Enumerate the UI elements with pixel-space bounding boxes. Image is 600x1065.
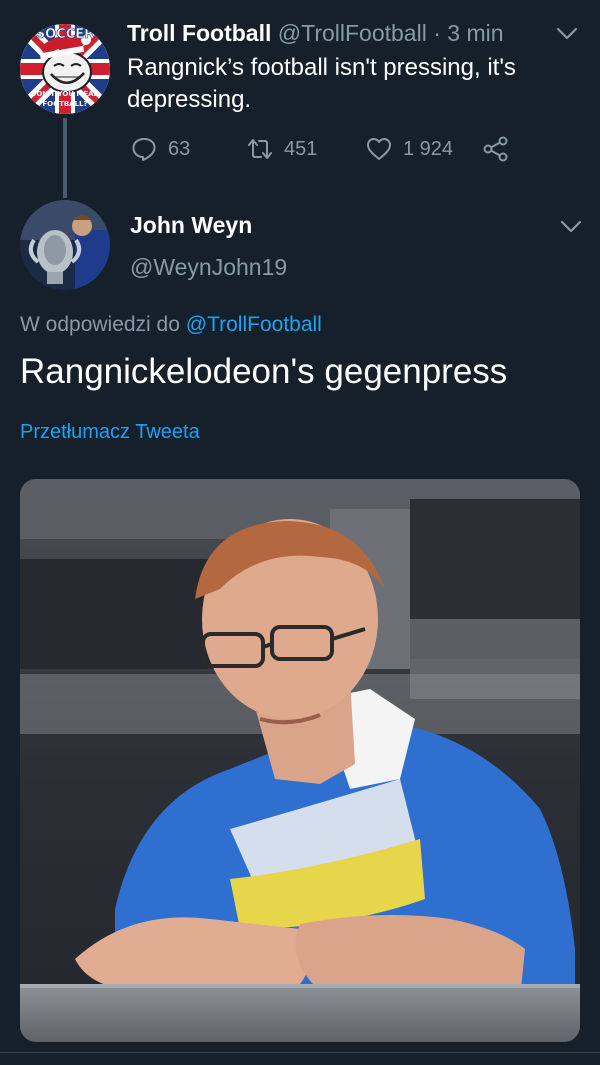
- share-icon: [483, 136, 508, 162]
- union-jack-troll-face-image: SOCCER DON'T YOU MEAN FOOTBALL?: [20, 24, 110, 114]
- troll-football-avatar[interactable]: SOCCER DON'T YOU MEAN FOOTBALL?: [20, 24, 110, 114]
- share-button[interactable]: [482, 132, 510, 166]
- reply-button[interactable]: 63: [130, 132, 190, 166]
- tweet-photo[interactable]: [20, 479, 580, 1042]
- replying-to-prefix: W odpowiedzi do: [20, 313, 186, 336]
- svg-text:DON'T YOU MEAN: DON'T YOU MEAN: [31, 90, 100, 98]
- reply-author-handle[interactable]: @WeynJohn19: [130, 254, 287, 281]
- retweet-icon: [248, 139, 272, 159]
- man-in-blue-jersey-photo: [20, 479, 580, 1042]
- parent-tweet-time[interactable]: 3 min: [447, 20, 503, 46]
- parent-author-handle[interactable]: @TrollFootball: [278, 20, 427, 46]
- thread-connector-line: [63, 118, 67, 198]
- parent-tweet-actions: 63 451 1 924: [130, 132, 530, 166]
- john-weyn-avatar[interactable]: [20, 200, 110, 290]
- like-count: 1 924: [403, 137, 454, 160]
- replying-to-mention-link[interactable]: @TrollFootball: [186, 313, 322, 336]
- parent-author-name[interactable]: Troll Football: [127, 20, 271, 46]
- reply-icon: [132, 138, 156, 161]
- heart-icon: [367, 138, 391, 160]
- retweet-button[interactable]: 451: [246, 132, 317, 166]
- retweet-count: 451: [284, 137, 318, 160]
- header-separator: ·: [426, 20, 448, 46]
- reply-author-name[interactable]: John Weyn: [130, 212, 252, 239]
- translate-tweet-link[interactable]: Przetłumacz Tweeta: [20, 421, 200, 444]
- like-button[interactable]: 1 924: [365, 132, 453, 166]
- replying-to-line: W odpowiedzi do @TrollFootball: [20, 313, 322, 337]
- reply-count: 63: [168, 137, 191, 160]
- bottom-divider: [0, 1052, 600, 1053]
- trophy-photo-image: [20, 200, 110, 290]
- svg-text:FOOTBALL?: FOOTBALL?: [42, 100, 87, 108]
- chevron-down-icon[interactable]: [556, 27, 578, 41]
- svg-text:SOCCER: SOCCER: [36, 27, 94, 42]
- reply-tweet-text: Rangnickelodeon's gegenpress: [20, 352, 508, 391]
- parent-tweet-header: Troll Football @TrollFootball · 3 min: [127, 20, 504, 47]
- chevron-down-icon[interactable]: [560, 220, 582, 234]
- parent-tweet-text: Rangnick’s football isn't pressing, it's…: [127, 54, 516, 113]
